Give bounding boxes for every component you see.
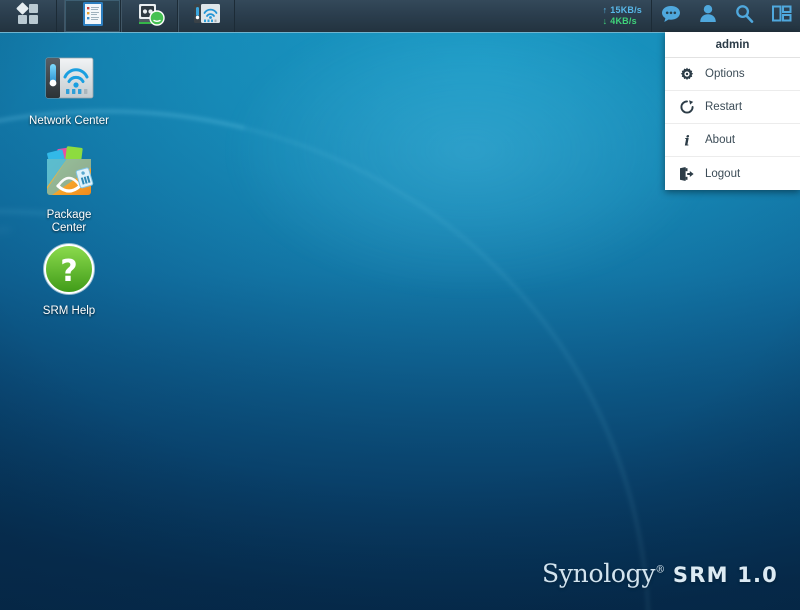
restart-icon	[679, 100, 694, 114]
registered-mark: ®	[655, 564, 665, 576]
shopping-bag-icon	[38, 142, 100, 204]
synology-srm-logo: Synology® SRM 1.0	[542, 559, 778, 588]
download-arrow-icon: ↓	[602, 16, 608, 26]
taskbar-app-usb-device[interactable]	[121, 0, 178, 32]
question-circle-icon: ?	[38, 238, 100, 300]
menu-item-label: Restart	[705, 101, 743, 113]
svg-text:i: i	[684, 134, 689, 148]
taskbar-main-menu-button[interactable]	[0, 0, 57, 32]
desktop-icon-label: Package Center	[46, 209, 92, 234]
taskbar-separator	[57, 0, 64, 32]
taskbar-app-network-center[interactable]	[178, 0, 235, 32]
document-list-icon	[81, 1, 105, 32]
person-icon	[699, 4, 717, 28]
network-traffic-indicator[interactable]: ↑ 15KB/s ↓ 4KB/s	[597, 0, 652, 32]
desktop-icon-srm-help[interactable]: ? SRM Help	[14, 238, 124, 318]
desktop-icon-label: SRM Help	[42, 305, 96, 317]
grid-squares-icon	[16, 2, 40, 31]
upload-speed: 15KB/s	[610, 5, 642, 15]
menu-item-options[interactable]: Options	[665, 58, 800, 91]
gear-icon	[679, 67, 694, 81]
taskbar-app-log-center[interactable]	[64, 0, 121, 32]
router-wifi-icon	[38, 48, 100, 110]
taskbar-system-tray: ↑ 15KB/s ↓ 4KB/s	[597, 0, 800, 32]
brand-name: Synology®	[542, 559, 665, 588]
logout-icon	[679, 166, 694, 181]
download-speed: 4KB/s	[610, 16, 637, 26]
menu-item-label: About	[705, 134, 736, 146]
widgets-button[interactable]	[763, 0, 800, 32]
menu-item-label: Options	[705, 68, 745, 80]
desktop-icon-package-center[interactable]: Package Center	[14, 142, 124, 235]
svg-text:?: ?	[60, 254, 77, 289]
info-icon: i	[679, 133, 694, 148]
menu-item-logout[interactable]: Logout	[665, 157, 800, 190]
menu-item-about[interactable]: i About	[665, 124, 800, 157]
usb-device-icon	[135, 1, 165, 32]
user-dropdown-menu: admin Options Restart i About Logout	[665, 32, 800, 190]
user-menu-button[interactable]	[689, 0, 726, 32]
search-icon	[735, 4, 754, 28]
notifications-button[interactable]	[652, 0, 689, 32]
chat-bubble-icon	[661, 5, 681, 28]
search-button[interactable]	[726, 0, 763, 32]
taskbar: ↑ 15KB/s ↓ 4KB/s	[0, 0, 800, 33]
product-name: SRM 1.0	[672, 563, 778, 587]
upload-arrow-icon: ↑	[602, 5, 608, 15]
widgets-icon	[771, 5, 792, 27]
desktop-icon-label: Network Center	[29, 115, 109, 127]
desktop-icon-network-center[interactable]: Network Center	[14, 48, 124, 128]
menu-item-label: Logout	[705, 167, 741, 180]
menu-item-restart[interactable]: Restart	[665, 91, 800, 124]
router-wifi-icon	[192, 1, 222, 32]
menu-username: admin	[665, 32, 800, 58]
